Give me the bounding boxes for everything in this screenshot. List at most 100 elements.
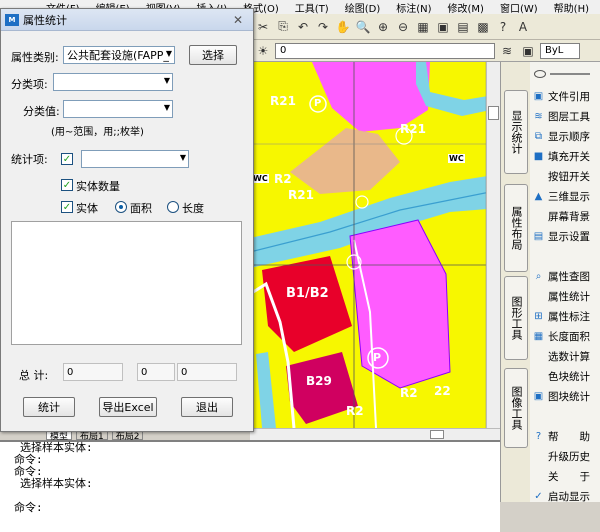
blank-icon — [532, 450, 545, 463]
menu-item[interactable]: 工具(T) — [287, 0, 337, 15]
attr-category-label: 属性类别: — [11, 51, 59, 64]
menu-item[interactable]: 绘图(D) — [337, 0, 389, 15]
tool-item[interactable]: 升级历史 — [530, 446, 600, 466]
tab-graphic-tools[interactable]: 图形工具 — [504, 276, 528, 360]
scroll-thumb[interactable] — [488, 106, 499, 120]
command-line-text: 命令: — [14, 501, 43, 514]
tool-item[interactable]: ▣ 图块统计 — [530, 386, 600, 406]
blank-icon — [532, 410, 545, 423]
tab-display-stat[interactable]: 显示统计 — [504, 90, 528, 174]
cut-icon[interactable]: ✂ — [254, 18, 272, 36]
chevron-down-icon: ▼ — [163, 103, 170, 112]
parking-label: P — [373, 351, 382, 364]
tool-item[interactable]: ≋ 图层工具 — [530, 106, 600, 126]
stat-select[interactable]: ▼ — [81, 150, 189, 168]
total-label: 总 计: — [19, 369, 49, 382]
command-line-text: 选择样本实体: — [20, 477, 93, 490]
command-line[interactable]: 选择样本实体: 命令: 命令: 选择样本实体: 命令: — [0, 440, 500, 532]
total-count-field: 0 — [63, 363, 123, 381]
subitem-select[interactable]: ▼ — [53, 73, 173, 91]
help-icon[interactable]: ? — [494, 18, 512, 36]
length-radio[interactable] — [167, 201, 179, 213]
blank-icon — [532, 350, 545, 363]
tab-image-tools[interactable]: 图像工具 — [504, 368, 528, 448]
properties-icon[interactable]: ▦ — [414, 18, 432, 36]
horizontal-scrollbar[interactable] — [250, 428, 500, 440]
entity-count-checkbox[interactable]: ✓ — [61, 179, 73, 191]
wc-label: WC — [448, 154, 465, 163]
tool-item[interactable]: ■ 填充开关 — [530, 146, 600, 166]
tool-item[interactable]: 按钮开关 — [530, 166, 600, 186]
tool-item — [530, 246, 600, 266]
tool-label: 长度面积 — [548, 330, 590, 343]
pan-icon[interactable]: ✋ — [334, 18, 352, 36]
result-listbox[interactable] — [11, 221, 242, 345]
zoom-previous-icon[interactable]: ⊖ — [394, 18, 412, 36]
layer-state-icon[interactable]: ☀ — [254, 42, 272, 60]
tab-attr-layout[interactable]: 属性布局 — [504, 184, 528, 272]
blank-icon — [532, 370, 545, 383]
layer-dropdown[interactable]: 0 — [275, 42, 495, 59]
text-style-icon[interactable]: A — [514, 18, 532, 36]
entity-checkbox[interactable]: ✓ — [61, 201, 73, 213]
export-excel-button[interactable]: 导出Excel — [99, 397, 157, 417]
select-button[interactable]: 选择 — [189, 45, 237, 65]
blank-icon — [532, 210, 545, 223]
dialog-titlebar[interactable]: M 属性统计 — [1, 9, 253, 31]
tool-item[interactable]: 关 于 — [530, 466, 600, 486]
tool-item[interactable]: ⌕ 属性查图 — [530, 266, 600, 286]
close-icon[interactable]: ✕ — [229, 12, 247, 28]
tool-label: 属性查图 — [548, 270, 590, 283]
tool-item[interactable]: ▣ 文件引用 — [530, 86, 600, 106]
redo-icon[interactable]: ↷ — [314, 18, 332, 36]
vertical-scrollbar[interactable] — [486, 62, 500, 428]
stat-button[interactable]: 统计 — [23, 397, 75, 417]
calculator-icon[interactable]: ▩ — [474, 18, 492, 36]
map-label: R21 — [400, 122, 426, 136]
display-settings-icon: ▤ — [533, 230, 544, 242]
exit-button[interactable]: 退出 — [181, 397, 233, 417]
tool-item[interactable]: ▦ 长度面积 — [530, 326, 600, 346]
tool-label: 三维显示 — [548, 190, 590, 203]
tool-label: 填充开关 — [548, 150, 590, 163]
drawing-canvas[interactable]: R21 R21 R21 P P WC WC R2 B1/B2 B29 R2 R2… — [250, 62, 500, 428]
tool-item[interactable]: 屏幕背景 — [530, 206, 600, 226]
zoom-realtime-icon[interactable]: 🔍 — [354, 18, 372, 36]
menu-item[interactable]: 帮助(H) — [546, 0, 597, 15]
tool-item[interactable]: ▤ 显示设置 — [530, 226, 600, 246]
tool-panel: ▣ 文件引用 ≋ 图层工具 ⧉ 显示顺序 ■ 填充开关按钮开关 ▲ 三维显示 屏幕背景 ▤ 显示设置 ⌕ 属… — [530, 62, 600, 503]
tool-item[interactable]: 色块统计 — [530, 366, 600, 386]
tool-item[interactable]: 属性统计 — [530, 286, 600, 306]
copy-icon[interactable]: ⎘ — [274, 18, 292, 36]
tool-label: 按钮开关 — [548, 170, 590, 183]
tool-item[interactable]: ✓ 启动显示 — [530, 486, 600, 506]
tool-label: 色块统计 — [548, 370, 590, 383]
scroll-thumb[interactable] — [430, 430, 444, 439]
side-tabs: 显示统计 属性布局 图形工具 图像工具 — [500, 62, 530, 502]
design-center-icon[interactable]: ▣ — [434, 18, 452, 36]
undo-icon[interactable]: ↶ — [294, 18, 312, 36]
menu-item[interactable]: 修改(M) — [440, 0, 492, 15]
make-current-layer-icon[interactable]: ≋ — [498, 42, 516, 60]
attr-category-select[interactable]: 公共配套设施(FAPP_ ▼ — [63, 46, 175, 64]
tool-item[interactable]: 选数计算 — [530, 346, 600, 366]
tool-item[interactable]: ⧉ 显示顺序 — [530, 126, 600, 146]
menu-item[interactable]: 标注(N) — [388, 0, 439, 15]
tool-item[interactable]: ▲ 三维显示 — [530, 186, 600, 206]
layer-previous-icon[interactable]: ▣ — [519, 42, 537, 60]
panel-collapse-icon[interactable] — [534, 70, 546, 78]
map-label: R2 — [346, 404, 364, 418]
tool-label: 显示设置 — [548, 230, 590, 243]
linetype-dropdown[interactable]: ByL — [540, 42, 580, 59]
menu-item[interactable]: 窗口(W) — [492, 0, 546, 15]
tool-item[interactable]: ? 帮 助 — [530, 426, 600, 446]
stat-checkbox[interactable]: ✓ — [61, 153, 73, 165]
subvalue-input[interactable]: ▼ — [63, 100, 173, 118]
area-radio[interactable] — [115, 201, 127, 213]
bylayer-value: ByL — [545, 45, 564, 56]
entity-count-label: 实体数量 — [76, 180, 120, 193]
tool-item[interactable]: ⊞ 属性标注 — [530, 306, 600, 326]
tool-palette-icon[interactable]: ▤ — [454, 18, 472, 36]
zoom-window-icon[interactable]: ⊕ — [374, 18, 392, 36]
block-stat-icon: ▣ — [533, 390, 544, 402]
